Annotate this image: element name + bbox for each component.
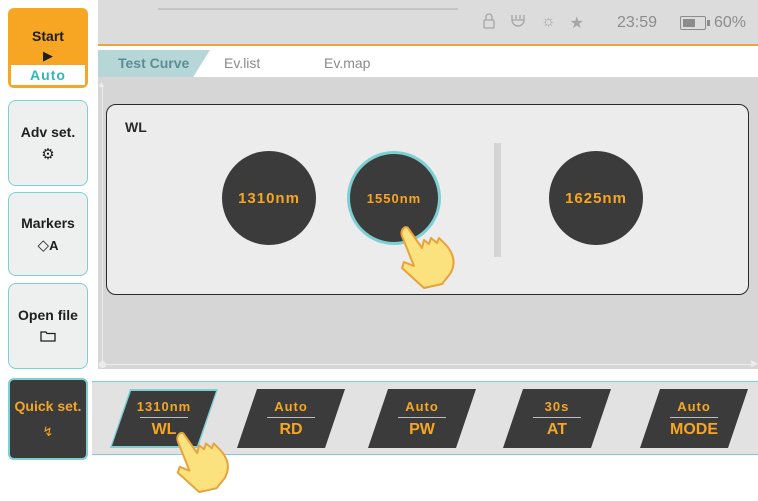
start-mode-label: Auto: [11, 65, 85, 85]
wl-divider: [494, 143, 501, 257]
left-sidebar: Start ▶ Auto Adv set. ⚙ Markers ◇A Open …: [0, 0, 92, 470]
quick-at-button[interactable]: 30s AT: [503, 389, 611, 448]
wl-option-1310[interactable]: 1310nm: [222, 151, 316, 245]
start-label: Start: [32, 28, 64, 44]
battery-percent: 60%: [714, 14, 747, 31]
quick-at-key: AT: [546, 421, 568, 438]
battery-fill: [683, 19, 695, 27]
start-button[interactable]: Start ▶ Auto: [8, 8, 88, 88]
open-file-label: Open file: [18, 307, 78, 323]
quick-rd-key: RD: [279, 421, 303, 438]
quick-at-value: 30s: [544, 399, 570, 414]
axis-origin: [99, 361, 106, 368]
tab-ev-list[interactable]: Ev.list: [224, 50, 260, 77]
quick-mode-value: Auto: [677, 399, 711, 414]
marker-letter: A: [49, 238, 59, 253]
quick-wl-value: 1310nm: [136, 399, 192, 414]
hand-pointer-icon: [400, 226, 455, 289]
clock: 23:59: [617, 14, 658, 31]
quick-pw-key: PW: [409, 421, 435, 438]
folder-icon: [40, 330, 56, 345]
status-icons: ☼ ★: [483, 13, 584, 34]
lock-icon: [483, 13, 495, 34]
adv-settings-label: Adv set.: [20, 124, 76, 140]
gear-icon: ⚙: [41, 146, 55, 163]
quick-pw-value: Auto: [405, 399, 439, 414]
status-accent-line: [98, 44, 758, 46]
markers-button[interactable]: Markers ◇A: [8, 192, 88, 276]
play-icon: ▶: [43, 48, 53, 63]
quick-pw-button[interactable]: Auto PW: [368, 389, 476, 448]
tab-ev-map[interactable]: Ev.map: [324, 50, 370, 77]
x-axis: [102, 364, 752, 365]
open-file-button[interactable]: Open file: [8, 283, 88, 369]
quick-mode-key: MODE: [670, 421, 718, 438]
quick-settings-label: Quick set.: [14, 398, 82, 414]
lightning-icon: ↯: [42, 424, 54, 439]
markers-label: Markers: [21, 215, 75, 231]
popup-title: WL: [125, 119, 147, 135]
diamond-marker-icon: ◇A: [37, 237, 59, 254]
quick-mode-button[interactable]: Auto MODE: [640, 389, 748, 448]
x-axis-arrow: ▶: [751, 358, 758, 368]
tab-bar: Test Curve Ev.list Ev.map: [98, 48, 758, 77]
quick-rd-value: Auto: [274, 399, 308, 414]
quick-rd-button[interactable]: Auto RD: [237, 389, 345, 448]
y-axis: [102, 85, 103, 367]
adv-settings-button[interactable]: Adv set. ⚙: [8, 100, 88, 186]
sun-icon: ★: [569, 15, 585, 32]
plug-icon: [509, 13, 527, 34]
battery-icon: [680, 16, 710, 30]
status-bar: ☼ ★ 23:59 60%: [98, 0, 758, 46]
quick-settings-button[interactable]: Quick set. ↯: [8, 378, 88, 460]
hand-pointer-icon-2: [176, 431, 229, 494]
y-axis-arrow: ▲: [97, 79, 106, 89]
brightness-icon: ☼: [541, 13, 556, 30]
status-divider: [158, 8, 458, 10]
wl-option-1625[interactable]: 1625nm: [549, 151, 643, 245]
tab-test-curve[interactable]: Test Curve: [98, 50, 210, 77]
